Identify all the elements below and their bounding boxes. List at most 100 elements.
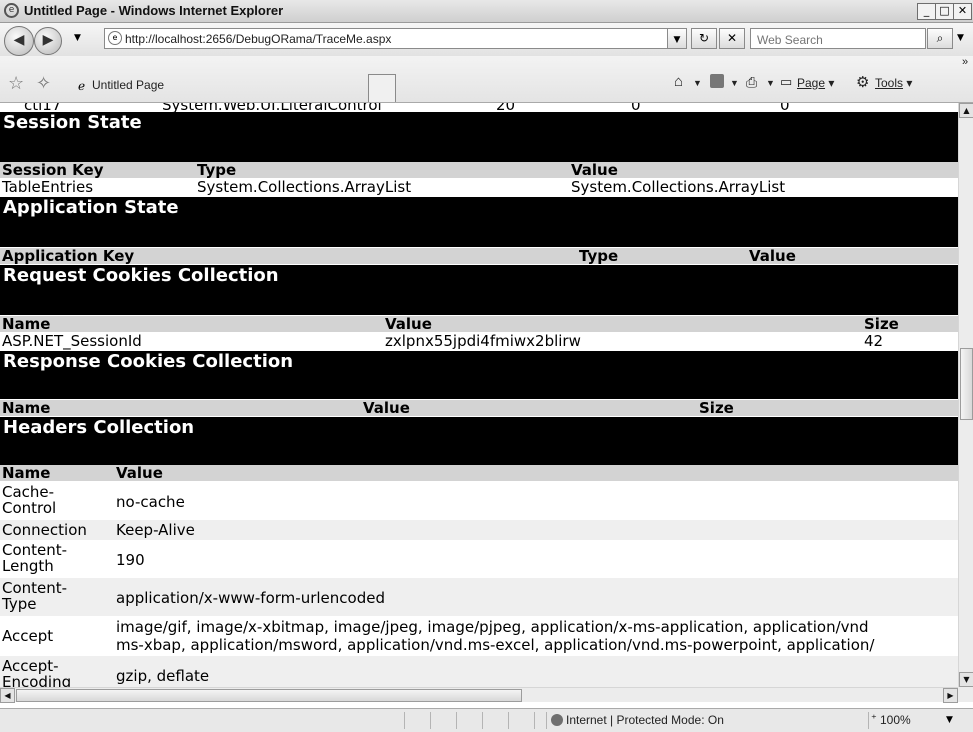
header-name: Content- Length	[2, 541, 68, 575]
horizontal-scroll-thumb[interactable]	[16, 689, 522, 702]
forward-button[interactable]: ▶	[34, 27, 62, 55]
zoom-icon: ⁺	[871, 712, 877, 725]
header-name: Connection	[2, 521, 87, 539]
scroll-corner	[958, 687, 973, 702]
page-content: ctl17 System.Web.UI.LiteralControl 20 0 …	[0, 103, 958, 687]
section-header-application-state: Application State	[0, 197, 958, 247]
column-header: Size	[699, 399, 734, 417]
header-name: Content- Type	[2, 579, 68, 613]
zoom-level[interactable]: 100%	[880, 713, 911, 727]
add-favorites-icon[interactable]: ✧	[36, 73, 51, 94]
status-bar: Internet | Protected Mode: On ⁺ 100% ▼	[0, 708, 973, 732]
search-options-icon[interactable]: ▼	[957, 33, 964, 43]
scroll-up-button[interactable]: ▲	[959, 103, 973, 118]
column-header: Value	[385, 315, 432, 333]
search-icon[interactable]: ⌕	[927, 28, 953, 49]
session-type: System.Collections.ArrayList	[197, 178, 412, 196]
scroll-down-button[interactable]: ▼	[959, 672, 973, 687]
section-header-request-cookies: Request Cookies Collection	[0, 265, 958, 315]
scroll-left-button[interactable]: ◀	[0, 688, 15, 703]
toolbar-overflow-icon[interactable]: »	[962, 56, 968, 68]
feeds-dropdown-icon[interactable]: ▼	[730, 78, 739, 88]
table-row: TableEntries System.Collections.ArrayLis…	[0, 178, 958, 197]
header-value: Keep-Alive	[116, 521, 195, 539]
column-header: Type	[579, 247, 619, 265]
tools-menu-button[interactable]: Tools ▾	[875, 76, 912, 90]
address-url[interactable]: http://localhost:2656/DebugORama/TraceMe…	[125, 32, 391, 46]
table-row: Content- Type application/x-www-form-url…	[0, 578, 958, 616]
tab-bar: ☆ ✧ ℯ Untitled Page ⌂ ▼ ▼ ⎙ ▼ ▭ Page ▾ ⚙…	[0, 56, 973, 103]
search-box[interactable]	[750, 28, 926, 49]
column-header: Name	[2, 399, 51, 417]
page-menu-icon: ▭	[780, 74, 793, 89]
status-divider	[430, 712, 451, 729]
scroll-right-button[interactable]: ▶	[943, 688, 958, 703]
request-cookies-table-header: Name Value Size	[0, 315, 958, 333]
control-tree-row: ctl17 System.Web.UI.LiteralControl 20 0 …	[0, 103, 958, 114]
section-title: Request Cookies Collection	[3, 265, 279, 286]
response-cookies-table-header: Name Value Size	[0, 399, 958, 417]
status-divider	[508, 712, 529, 729]
title-bar: e Untitled Page - Windows Internet Explo…	[0, 0, 973, 23]
security-zone[interactable]: Internet | Protected Mode: On	[566, 713, 724, 727]
maximize-button[interactable]: □	[935, 3, 954, 20]
address-dropdown-button[interactable]: ▼	[667, 28, 687, 49]
page-menu-label: Page	[797, 76, 826, 90]
close-button[interactable]: ✕	[953, 3, 972, 20]
column-header: Value	[363, 399, 410, 417]
tools-menu-label: Tools	[875, 76, 904, 90]
back-button[interactable]: ◀	[4, 26, 34, 56]
window-title: Untitled Page - Windows Internet Explore…	[24, 3, 284, 18]
tab-page-icon: ℯ	[78, 79, 86, 93]
table-row: Cache- Control no-cache	[0, 482, 958, 520]
session-table-header: Session Key Type Value	[0, 161, 958, 179]
favorites-center-icon[interactable]: ☆	[8, 73, 24, 94]
header-value: image/gif, image/x-xbitmap, image/jpeg, …	[116, 618, 875, 654]
session-key: TableEntries	[2, 178, 94, 196]
application-table-header: Application Key Type Value	[0, 247, 958, 265]
header-value: no-cache	[116, 493, 185, 511]
horizontal-scrollbar[interactable]: ◀ ▶	[0, 687, 958, 703]
history-dropdown-icon[interactable]: ▼	[74, 33, 81, 43]
page-menu-button[interactable]: Page ▾	[797, 76, 834, 90]
navigation-bar: ◀ ▶ ▼ e http://localhost:2656/DebugORama…	[0, 23, 973, 56]
section-title: Response Cookies Collection	[3, 351, 294, 372]
vertical-scrollbar[interactable]: ▲ ▼	[958, 103, 973, 687]
tab-label: Untitled Page	[92, 78, 165, 92]
table-row: Content- Length 190	[0, 540, 958, 578]
feeds-icon[interactable]	[710, 74, 724, 88]
search-input[interactable]	[755, 32, 919, 48]
section-title: Session State	[3, 112, 142, 133]
cookie-name: ASP.NET_SessionId	[2, 332, 142, 350]
zoom-dropdown-icon[interactable]: ▼	[946, 715, 953, 725]
header-name: Cache- Control	[2, 483, 57, 517]
minimize-button[interactable]: _	[917, 3, 936, 20]
status-divider	[868, 712, 870, 729]
cookie-size: 42	[864, 332, 884, 350]
tools-gear-icon: ⚙	[856, 74, 870, 91]
ie-logo-icon: e	[4, 3, 19, 18]
status-divider	[404, 712, 425, 729]
column-header: Session Key	[2, 161, 104, 179]
section-header-headers-collection: Headers Collection	[0, 417, 958, 465]
stop-button[interactable]: ✕	[719, 28, 745, 49]
address-bar[interactable]: e http://localhost:2656/DebugORama/Trace…	[104, 28, 687, 49]
new-tab-button[interactable]	[368, 74, 396, 102]
home-icon[interactable]: ⌂	[674, 73, 683, 90]
column-header: Value	[116, 464, 163, 482]
vertical-scroll-thumb[interactable]	[960, 348, 973, 420]
home-dropdown-icon[interactable]: ▼	[693, 78, 702, 88]
headers-table-header: Name Value	[0, 464, 958, 482]
header-value: 190	[116, 551, 145, 569]
header-value: gzip, deflate	[116, 667, 210, 685]
print-icon[interactable]: ⎙	[746, 74, 757, 91]
header-name: Accept	[2, 627, 54, 645]
table-row: Accept- Encoding gzip, deflate	[0, 656, 958, 687]
section-header-response-cookies: Response Cookies Collection	[0, 351, 958, 399]
refresh-button[interactable]: ↻	[691, 28, 717, 49]
print-dropdown-icon[interactable]: ▼	[766, 78, 775, 88]
status-divider	[482, 712, 503, 729]
tab-untitled-page[interactable]: ℯ Untitled Page	[78, 68, 366, 102]
section-title: Headers Collection	[3, 417, 195, 438]
globe-icon	[551, 714, 563, 726]
